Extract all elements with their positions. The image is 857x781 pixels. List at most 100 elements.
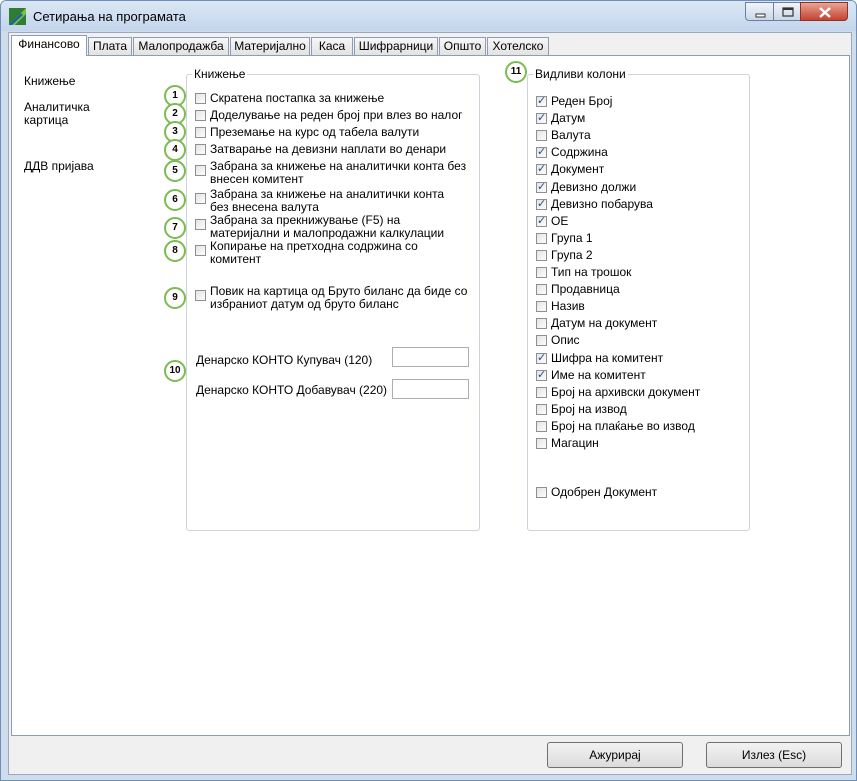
checkbox[interactable] — [536, 214, 547, 227]
column-label: Тип на трошок — [551, 265, 632, 279]
column-label: Број на извод — [551, 401, 627, 416]
option-label-line2: без внесена валута — [210, 200, 319, 214]
checkbox[interactable] — [195, 93, 206, 104]
close-button[interactable] — [800, 2, 848, 21]
option-label-line1: Забрана за прекнижување (F5) на — [210, 213, 401, 227]
nav-analiticka-kartica[interactable]: Аналитичка картица — [24, 101, 90, 127]
checkbox[interactable] — [536, 487, 547, 498]
konto-kupuvac-input[interactable] — [392, 347, 469, 367]
option-label-line2: материјални и малопродажни калкулации — [210, 226, 445, 240]
checkbox[interactable] — [536, 420, 547, 432]
badge-7: 7 — [164, 217, 186, 239]
maximize-icon — [782, 7, 794, 17]
checkbox[interactable] — [536, 335, 547, 347]
badge-8: 8 — [164, 240, 186, 262]
nav-analiticka-line2: картица — [24, 113, 69, 127]
option-label: Затварање на девизни наплати во денари — [210, 142, 447, 156]
checkbox[interactable] — [536, 232, 547, 244]
column-label: Датум на документ — [551, 316, 658, 331]
checkbox[interactable] — [536, 318, 547, 330]
checkbox[interactable] — [195, 245, 206, 256]
column-label: Реден Број — [551, 94, 613, 108]
column-label: Содржина — [551, 145, 608, 160]
column-label: Група 1 — [551, 230, 593, 245]
tab-opsto[interactable]: Општо — [439, 37, 486, 55]
column-label: Одобрен Документ — [551, 485, 658, 499]
tab-hotelsko[interactable]: Хотелско — [487, 37, 549, 55]
update-button[interactable]: Ажурирај — [547, 742, 683, 768]
konto-dobavuvac-input[interactable] — [392, 379, 469, 399]
konto-kupuvac-label: Денарско КОНТО Купувач (120) — [196, 353, 373, 367]
column-label: Група 2 — [551, 247, 593, 262]
column-label: Назив — [551, 299, 585, 314]
column-label: Број на архивски документ — [551, 384, 701, 399]
badge-10: 10 — [164, 360, 186, 382]
badge-11: 11 — [505, 61, 527, 83]
tab-kasa[interactable]: Каса — [311, 37, 353, 55]
checkbox[interactable] — [195, 290, 206, 301]
tab-materijalno[interactable]: Материјално — [230, 37, 310, 55]
checkbox[interactable] — [195, 110, 206, 121]
checkbox[interactable] — [536, 284, 547, 296]
nav-ddv-prijava[interactable]: ДДВ пријава — [24, 160, 94, 173]
option-label-line1: Копирање на претходна содржина со — [210, 239, 418, 253]
column-label: Валута — [551, 128, 591, 143]
option-label: Преземање на курс од табела валути — [210, 125, 420, 139]
tab-panel-finansovo: Книжење Аналитичка картица ДДВ пријава К… — [11, 55, 850, 736]
nav-knizenje[interactable]: Книжење — [24, 75, 75, 88]
checkbox[interactable] — [195, 144, 206, 155]
tab-maloprodazba[interactable]: Малопродажба — [133, 37, 229, 55]
column-label: Име на комитент — [551, 367, 646, 382]
checkbox[interactable] — [195, 219, 206, 230]
minimize-button[interactable] — [745, 2, 774, 21]
column-label: Датум — [551, 111, 586, 126]
checkbox[interactable] — [536, 145, 547, 159]
checkbox[interactable] — [536, 403, 547, 415]
column-label: Продавница — [551, 282, 620, 297]
checkbox[interactable] — [536, 438, 547, 449]
column-label: ОЕ — [551, 213, 569, 228]
checkbox[interactable] — [536, 301, 547, 313]
option-label-line2: комитент — [210, 252, 262, 266]
option-label-line1: Повик на картица од Бруто биланс да биде… — [210, 284, 468, 298]
checkbox[interactable] — [536, 197, 547, 210]
tab-finansovo[interactable]: Финансово — [11, 35, 87, 56]
option-label: Доделување на реден број при влез во нал… — [210, 108, 463, 122]
column-label: Документ — [551, 162, 605, 177]
close-icon — [819, 7, 831, 18]
checkbox[interactable] — [536, 111, 547, 125]
column-label: Опис — [551, 333, 580, 348]
minimize-icon — [755, 13, 766, 18]
option-label-line1: Забрана за книжење на аналитички конта б… — [210, 159, 467, 173]
checkbox[interactable] — [536, 351, 547, 364]
window-title: Сетирања на програмата — [33, 9, 186, 24]
checkbox[interactable] — [536, 267, 547, 278]
checkbox[interactable] — [536, 180, 547, 193]
settings-window: Сетирања на програмата Финансово Плата М… — [0, 0, 857, 781]
checkbox[interactable] — [195, 127, 206, 138]
checkbox[interactable] — [536, 368, 547, 381]
visible-columns-title: Видливи колони — [533, 67, 628, 81]
checkbox[interactable] — [536, 249, 547, 261]
column-label: Девизно должи — [551, 179, 637, 194]
column-label: Број на плаќање во извод — [551, 418, 695, 433]
option-label: Скратена постапка за книжење — [210, 91, 385, 105]
maximize-button[interactable] — [773, 2, 801, 21]
column-label: Магацин — [551, 436, 599, 450]
knizenje-group-title: Книжење — [192, 67, 248, 81]
exit-button[interactable]: Излез (Esc) — [706, 742, 842, 768]
checkbox[interactable] — [536, 130, 547, 142]
badge-4: 4 — [164, 139, 186, 161]
checkbox[interactable] — [536, 386, 547, 398]
tab-sifrarnici[interactable]: Шифрарници — [354, 37, 438, 55]
checkbox[interactable] — [195, 165, 206, 176]
checkbox[interactable] — [536, 94, 547, 107]
tab-plata[interactable]: Плата — [88, 37, 132, 55]
badge-5: 5 — [164, 160, 186, 182]
column-label: Девизно побарува — [551, 196, 653, 211]
column-label: Шифра на комитент — [551, 350, 664, 365]
checkbox[interactable] — [195, 193, 206, 204]
title-bar[interactable]: Сетирања на програмата — [1, 1, 856, 31]
checkbox[interactable] — [536, 162, 547, 176]
option-label-line2: внесен комитент — [210, 172, 304, 186]
